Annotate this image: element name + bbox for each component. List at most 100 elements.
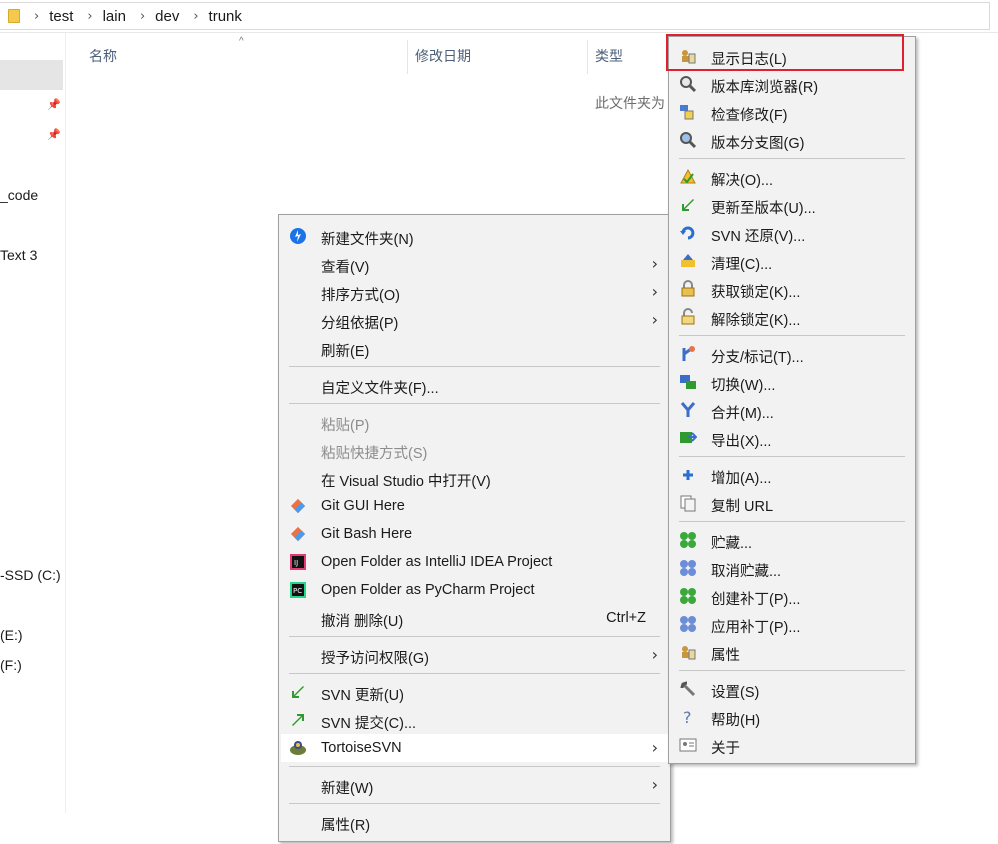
breadcrumb-item[interactable]: lain (103, 8, 126, 25)
breadcrumb-item[interactable]: trunk (209, 8, 242, 25)
merge-icon (679, 401, 697, 419)
revision-graph-icon (679, 131, 697, 149)
menu-item-give-access[interactable]: 授予访问权限(G) › (281, 641, 668, 669)
column-header-modified[interactable]: 修改日期 (415, 46, 471, 66)
svn-item-revert[interactable]: SVN 还原(V)... (671, 219, 913, 247)
menu-item-git-bash[interactable]: Git Bash Here (281, 520, 668, 548)
menu-separator (289, 673, 660, 674)
check-mods-icon (679, 103, 697, 121)
pin-icon[interactable]: 📌 (47, 129, 61, 141)
svn-item-help[interactable]: ? 帮助(H) (671, 703, 913, 731)
svn-update-icon (289, 683, 307, 701)
svn-item-release-lock[interactable]: 解除锁定(K)... (671, 303, 913, 331)
nav-item[interactable]: _code (0, 187, 38, 203)
about-icon (679, 736, 697, 754)
nav-item-drive-f[interactable]: (F:) (0, 657, 22, 673)
menu-label: 贮藏... (711, 536, 753, 552)
svn-item-revision-graph[interactable]: 版本分支图(G) (671, 126, 913, 154)
nav-item-drive-e[interactable]: (E:) (0, 627, 23, 643)
menu-label: 分组依据(P) (321, 316, 399, 332)
nav-item[interactable]: Text 3 (0, 247, 37, 263)
svn-item-about[interactable]: 关于 (671, 731, 913, 759)
address-bar[interactable]: › test › lain › dev › trunk (0, 0, 998, 33)
update-to-rev-icon (679, 196, 697, 214)
svn-item-branch-tag[interactable]: 分支/标记(T)... (671, 340, 913, 368)
menu-item-properties[interactable]: 属性(R) (281, 808, 668, 836)
menu-item-svn-update[interactable]: SVN 更新(U) (281, 678, 668, 706)
menu-label: SVN 提交(C)... (321, 716, 417, 732)
menu-item-group-by[interactable]: 分组依据(P) › (281, 306, 668, 334)
menu-item-refresh[interactable]: 刷新(E) (281, 334, 668, 362)
menu-label: Open Folder as IntelliJ IDEA Project (321, 554, 553, 570)
menu-item-open-pycharm[interactable]: PC Open Folder as PyCharm Project (281, 576, 668, 604)
breadcrumb-item[interactable]: test (49, 8, 73, 25)
column-divider[interactable] (587, 40, 588, 74)
menu-item-paste-shortcut: 粘贴快捷方式(S) (281, 436, 668, 464)
svn-item-settings[interactable]: 设置(S) (671, 675, 913, 703)
highlight-annotation-box (666, 34, 904, 71)
svn-item-create-patch[interactable]: 创建补丁(P)... (671, 582, 913, 610)
menu-separator (289, 803, 660, 804)
svn-item-cleanup[interactable]: 清理(C)... (671, 247, 913, 275)
switch-icon (679, 373, 697, 391)
menu-label: 在 Visual Studio 中打开(V) (321, 474, 491, 490)
svn-item-resolve[interactable]: 解决(O)... (671, 163, 913, 191)
revert-icon (679, 224, 697, 242)
menu-item-customize-folder[interactable]: 自定义文件夹(F)... (281, 371, 668, 399)
menu-label: 自定义文件夹(F)... (321, 381, 439, 397)
column-divider[interactable] (407, 40, 408, 74)
nav-item-drive-c[interactable]: -SSD (C:) (0, 567, 61, 583)
submenu-arrow-icon: › (651, 775, 658, 794)
svn-item-export[interactable]: 导出(X)... (671, 424, 913, 452)
navigation-pane: 📌 📌 _code Text 3 -SSD (C:) (E:) (F:) (0, 33, 66, 813)
export-icon (679, 429, 697, 447)
svn-item-repo-browser[interactable]: 版本库浏览器(R) (671, 70, 913, 98)
menu-item-view[interactable]: 查看(V) › (281, 250, 668, 278)
menu-item-new[interactable]: 新建(W) › (281, 771, 668, 799)
menu-label: 版本库浏览器(R) (711, 80, 819, 96)
shelve-icon (679, 531, 697, 549)
unshelve-icon (679, 559, 697, 577)
menu-label: 帮助(H) (711, 713, 761, 729)
column-header-name[interactable]: 名称 (89, 46, 117, 66)
menu-item-sort-by[interactable]: 排序方式(O) › (281, 278, 668, 306)
column-header-type[interactable]: 类型 (595, 46, 623, 66)
lock-icon (679, 280, 697, 298)
svn-item-properties[interactable]: 属性 (671, 638, 913, 666)
svn-item-apply-patch[interactable]: 应用补丁(P)... (671, 610, 913, 638)
menu-separator (679, 158, 905, 159)
menu-item-undo-delete[interactable]: 撤消 删除(U) Ctrl+Z (281, 604, 668, 632)
svn-item-copy-url[interactable]: 复制 URL (671, 489, 913, 517)
menu-separator (289, 766, 660, 767)
menu-label: 清理(C)... (711, 257, 773, 273)
nav-selected-item[interactable] (0, 60, 63, 90)
menu-label: 解决(O)... (711, 173, 774, 189)
help-icon: ? (679, 708, 697, 726)
menu-label: Git Bash Here (321, 526, 413, 542)
menu-label: 切换(W)... (711, 378, 776, 394)
svn-item-merge[interactable]: 合并(M)... (671, 396, 913, 424)
svn-item-get-lock[interactable]: 获取锁定(K)... (671, 275, 913, 303)
svn-item-switch[interactable]: 切换(W)... (671, 368, 913, 396)
breadcrumb-item[interactable]: dev (155, 8, 179, 25)
svg-text:?: ? (683, 708, 692, 726)
menu-item-tortoisesvn[interactable]: TortoiseSVN › (281, 734, 668, 762)
svn-item-add[interactable]: 增加(A)... (671, 461, 913, 489)
menu-item-git-gui[interactable]: Git GUI Here (281, 492, 668, 520)
menu-label: 刷新(E) (321, 344, 370, 360)
menu-label: TortoiseSVN (321, 740, 402, 756)
menu-label: Git GUI Here (321, 498, 405, 514)
menu-item-open-intellij[interactable]: IJ Open Folder as IntelliJ IDEA Project (281, 548, 668, 576)
menu-label: 获取锁定(K)... (711, 285, 801, 301)
apply-patch-icon (679, 615, 697, 633)
menu-shortcut: Ctrl+Z (606, 610, 646, 626)
menu-item-svn-commit[interactable]: SVN 提交(C)... (281, 706, 668, 734)
svn-item-unshelve[interactable]: 取消贮藏... (671, 554, 913, 582)
svn-item-shelve[interactable]: 贮藏... (671, 526, 913, 554)
pin-icon[interactable]: 📌 (47, 99, 61, 111)
svn-item-update-to-revision[interactable]: 更新至版本(U)... (671, 191, 913, 219)
menu-item-open-in-visual-studio[interactable]: 在 Visual Studio 中打开(V) (281, 464, 668, 492)
menu-item-new-folder[interactable]: 新建文件夹(N) (281, 222, 668, 250)
svn-item-check-modifications[interactable]: 检查修改(F) (671, 98, 913, 126)
menu-label: 属性 (711, 648, 740, 664)
